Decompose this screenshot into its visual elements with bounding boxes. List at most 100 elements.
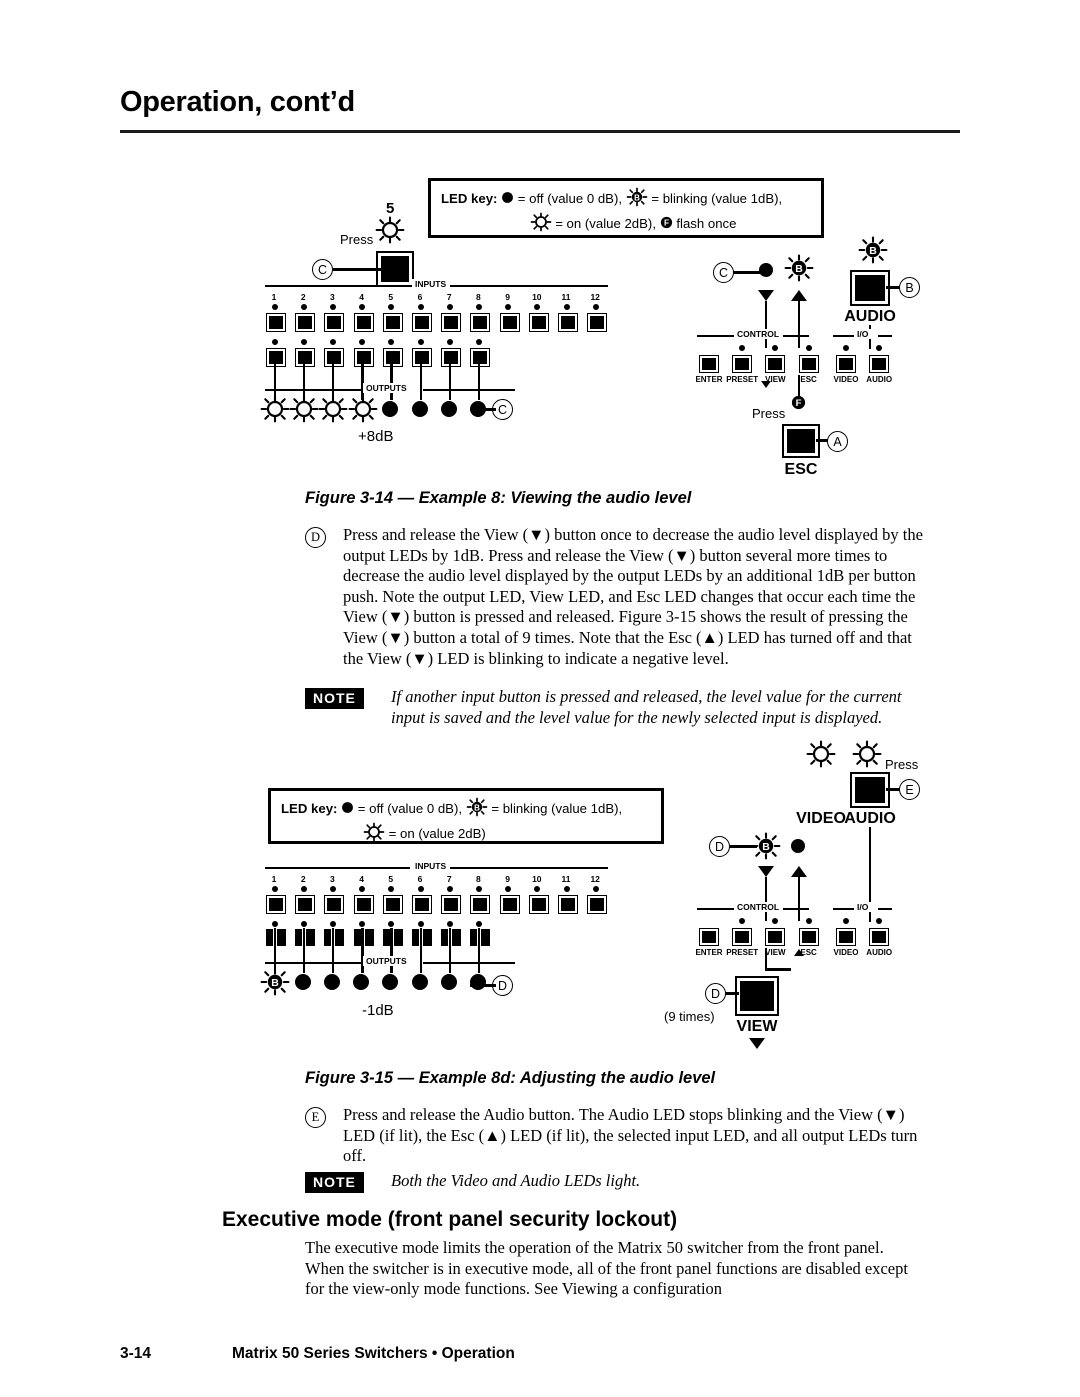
svg-text:F: F — [664, 218, 669, 228]
output-led-small — [388, 921, 395, 927]
input-button[interactable] — [528, 313, 549, 332]
control-led — [805, 345, 812, 351]
input-button[interactable] — [558, 895, 578, 914]
output-button[interactable] — [306, 929, 316, 946]
step-d: D Press and release the View (▼) button … — [305, 525, 923, 669]
output-button[interactable] — [364, 929, 374, 946]
output-button[interactable] — [353, 348, 374, 367]
input-button[interactable] — [266, 895, 286, 914]
output-button[interactable] — [470, 929, 478, 946]
control-button[interactable] — [699, 928, 719, 946]
io-button[interactable] — [869, 355, 890, 373]
input-button[interactable] — [587, 313, 608, 332]
input-button[interactable] — [441, 313, 462, 332]
output-lead-line — [302, 928, 306, 973]
led-key-label: LED key: — [441, 190, 498, 206]
control-button[interactable] — [765, 355, 786, 373]
output-button[interactable] — [441, 348, 462, 367]
output-button[interactable] — [295, 348, 316, 367]
down-arrow-icon — [758, 290, 774, 301]
input-button[interactable] — [587, 895, 608, 914]
input-number: 3 — [330, 874, 335, 884]
output-button[interactable] — [412, 929, 419, 946]
fig2-press-label: Press — [885, 757, 919, 772]
input-button[interactable] — [412, 313, 432, 332]
fig1-esc-button[interactable] — [782, 424, 820, 458]
output-button[interactable] — [295, 929, 303, 946]
led-flash-icon: F — [660, 215, 673, 234]
note-badge: NOTE — [305, 688, 364, 709]
input-button[interactable] — [266, 313, 286, 332]
control-led — [739, 918, 746, 924]
fig1-audio-button[interactable] — [850, 270, 890, 306]
output-button[interactable] — [324, 348, 345, 367]
control-led — [772, 918, 779, 924]
page-header: Operation, cont’d — [120, 86, 960, 119]
io-button[interactable] — [869, 928, 890, 946]
output-button[interactable] — [382, 929, 390, 946]
input-button[interactable] — [412, 895, 432, 914]
footer-page-number: 3-14 — [120, 1345, 152, 1362]
input-number: 7 — [446, 292, 452, 302]
input-button[interactable] — [324, 313, 345, 332]
input-button[interactable] — [295, 313, 316, 332]
output-button[interactable] — [423, 929, 432, 946]
led-on-icon — [375, 216, 405, 249]
input-button[interactable] — [558, 313, 578, 332]
io-button-label: VIDEO — [833, 948, 859, 957]
control-led — [805, 918, 812, 924]
input-led — [592, 304, 599, 310]
input-button[interactable] — [499, 895, 520, 914]
input-button[interactable] — [528, 895, 549, 914]
output-button[interactable] — [266, 348, 286, 367]
input-led — [505, 304, 512, 310]
io-button[interactable] — [836, 928, 856, 946]
input-button[interactable] — [324, 895, 345, 914]
output-button[interactable] — [382, 348, 403, 367]
output-led-small — [329, 921, 336, 927]
output-button[interactable] — [353, 929, 361, 946]
control-button[interactable] — [798, 928, 819, 946]
fig1-press-label: Press — [340, 232, 374, 247]
input-button[interactable] — [499, 313, 520, 332]
inputs-rail-label: INPUTS — [412, 279, 450, 289]
input-button[interactable] — [441, 895, 462, 914]
fig2-view-button[interactable] — [735, 976, 779, 1016]
control-button[interactable] — [732, 928, 753, 946]
output-lead-line — [419, 928, 422, 973]
view-to-button-line — [764, 948, 767, 970]
svg-text:F: F — [796, 398, 802, 409]
output-button[interactable] — [452, 929, 462, 946]
output-led-off-icon — [381, 973, 399, 996]
input-button[interactable] — [470, 895, 491, 914]
control-button[interactable] — [699, 355, 719, 373]
io-button[interactable] — [836, 355, 856, 373]
output-button[interactable] — [481, 929, 491, 946]
output-button[interactable] — [412, 348, 432, 367]
control-button[interactable] — [798, 355, 819, 373]
output-button[interactable] — [470, 348, 491, 367]
input-button[interactable] — [382, 895, 403, 914]
output-button[interactable] — [277, 929, 286, 946]
control-button[interactable] — [732, 355, 753, 373]
fig1-input5-button[interactable] — [376, 251, 414, 287]
callout-d-button: D — [705, 983, 726, 1004]
section-paragraph: The executive mode limits the operation … — [305, 1238, 923, 1300]
output-button[interactable] — [393, 929, 403, 946]
fig2-db-value: -1dB — [362, 1002, 394, 1019]
input-number: 12 — [590, 874, 600, 884]
input-button[interactable] — [353, 313, 374, 332]
output-button[interactable] — [324, 929, 332, 946]
output-button[interactable] — [335, 929, 345, 946]
input-button[interactable] — [470, 313, 491, 332]
input-led — [446, 886, 453, 892]
input-button[interactable] — [353, 895, 374, 914]
input-button[interactable] — [382, 313, 403, 332]
up-arrow-icon — [791, 866, 807, 877]
output-button[interactable] — [441, 929, 449, 946]
input-button[interactable] — [295, 895, 316, 914]
control-button[interactable] — [765, 928, 786, 946]
led-off-icon — [341, 800, 354, 819]
output-button[interactable] — [266, 929, 273, 946]
fig2-audio-button[interactable] — [850, 772, 890, 808]
